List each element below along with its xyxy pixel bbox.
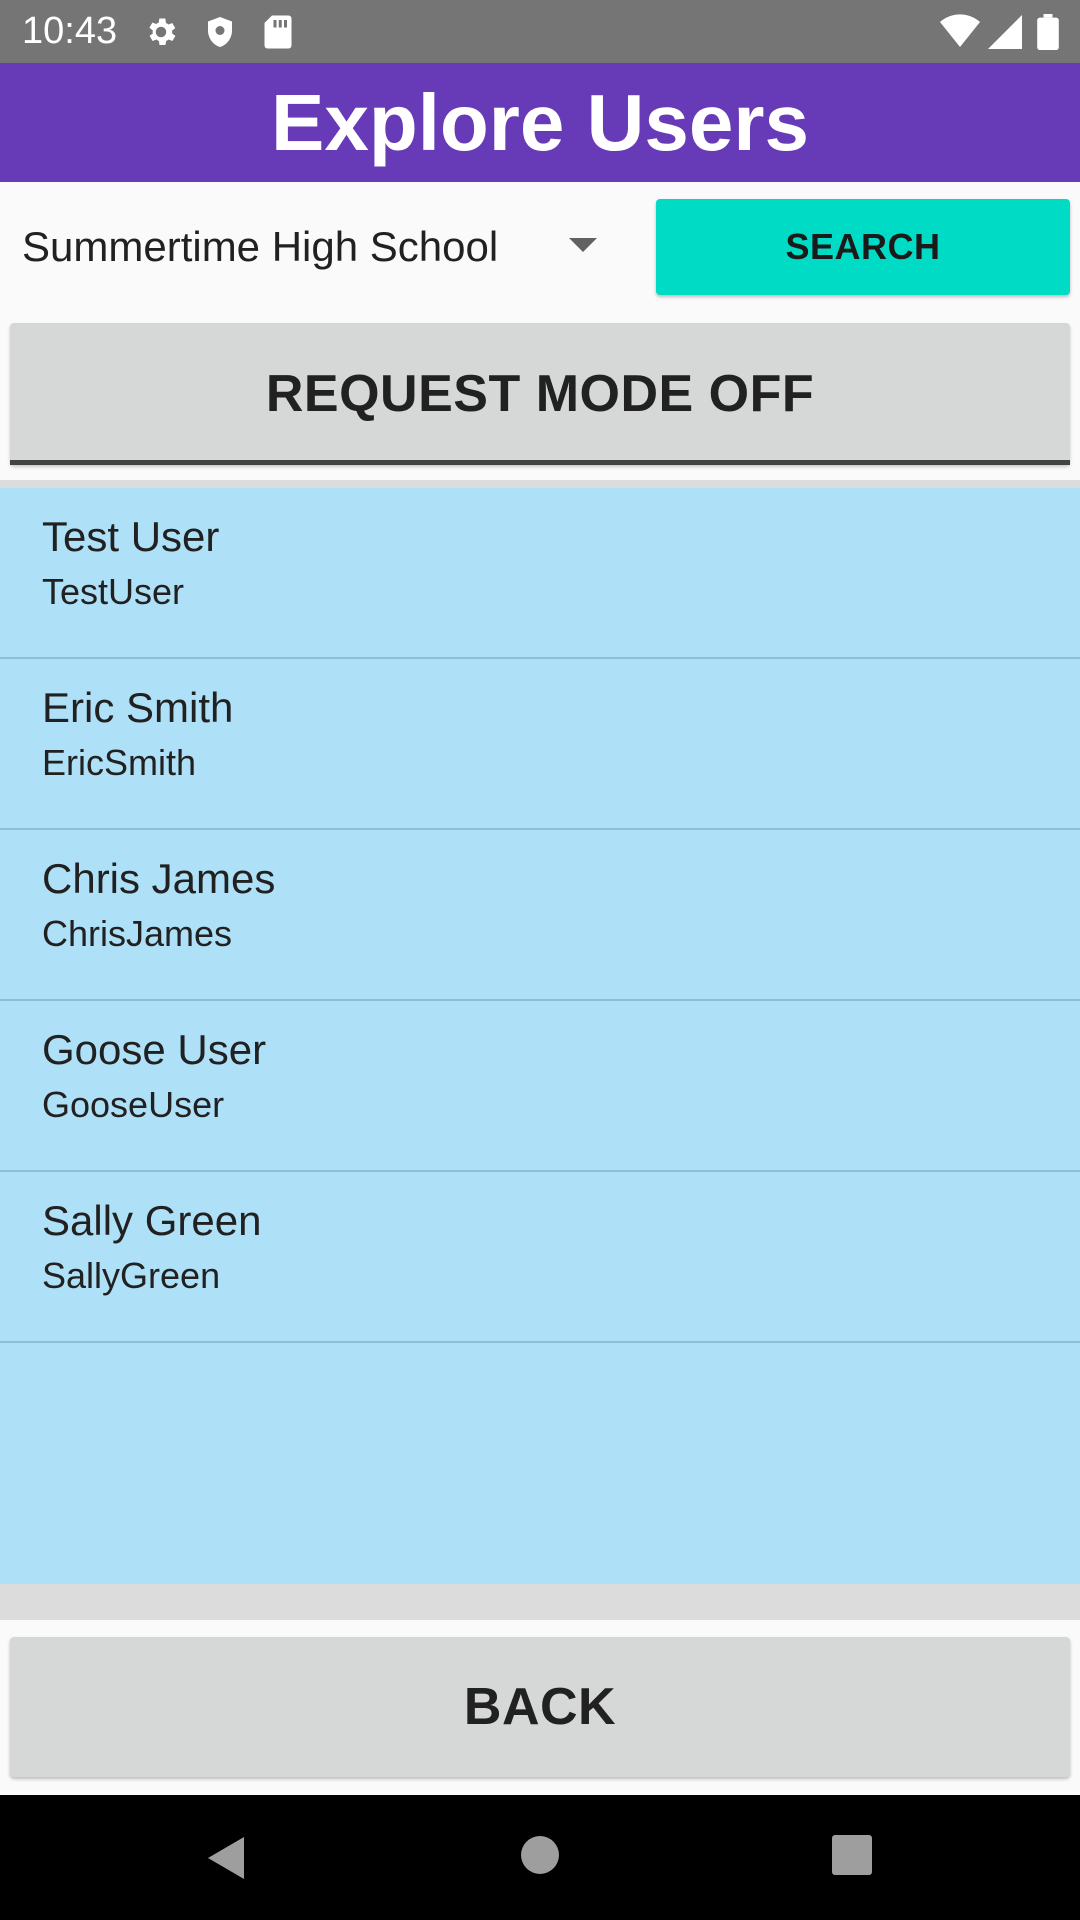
request-mode-underline xyxy=(10,460,1070,465)
user-username: TestUser xyxy=(42,571,185,612)
chevron-down-icon[interactable] xyxy=(569,238,597,252)
battery-icon xyxy=(1037,14,1059,55)
user-list-item[interactable]: Goose User GooseUser xyxy=(0,1001,1080,1172)
home-circle-icon[interactable] xyxy=(520,1835,560,1880)
status-time: 10:43 xyxy=(22,10,118,52)
user-username: SallyGreen xyxy=(42,1255,221,1296)
user-name: Sally Green xyxy=(42,1197,262,1244)
user-username: GooseUser xyxy=(42,1084,225,1125)
back-button-label: BACK xyxy=(463,1678,617,1736)
school-dropdown[interactable]: Summertime High School xyxy=(0,188,630,308)
user-username: ChrisJames xyxy=(42,913,233,954)
request-mode-label: REQUEST MODE OFF xyxy=(265,365,815,423)
user-name: Goose User xyxy=(42,1026,267,1073)
user-list-item[interactable]: Chris James ChrisJames xyxy=(0,830,1080,1001)
search-button-label: SEARCH xyxy=(785,226,941,267)
list-footer-divider xyxy=(0,1584,1080,1620)
shield-icon xyxy=(202,14,238,55)
sd-card-icon xyxy=(262,14,294,55)
back-triangle-icon[interactable] xyxy=(206,1835,246,1886)
gear-icon xyxy=(143,14,179,55)
divider xyxy=(0,480,1080,488)
user-name: Chris James xyxy=(42,855,276,902)
page-title: Explore Users xyxy=(270,78,810,167)
school-dropdown-value: Summertime High School xyxy=(22,223,499,270)
user-list-item[interactable]: Test User TestUser xyxy=(0,488,1080,659)
user-list-item[interactable]: Sally Green SallyGreen xyxy=(0,1172,1080,1343)
status-bar: 10:43 xyxy=(0,0,1080,63)
wifi-icon xyxy=(940,14,980,55)
search-button[interactable]: SEARCH xyxy=(656,199,1070,295)
user-list-item[interactable]: Eric Smith EricSmith xyxy=(0,659,1080,830)
user-username: EricSmith xyxy=(42,742,197,783)
signal-icon xyxy=(988,14,1022,55)
user-name: Test User xyxy=(42,513,220,560)
app-bar: Explore Users xyxy=(0,63,1080,182)
user-name: Eric Smith xyxy=(42,684,234,731)
recents-square-icon[interactable] xyxy=(832,1835,872,1875)
system-nav-bar xyxy=(0,1795,1080,1920)
request-mode-toggle-button[interactable]: REQUEST MODE OFF xyxy=(10,323,1070,465)
user-list[interactable]: Test User TestUser Eric Smith EricSmith … xyxy=(0,488,1080,1584)
back-button[interactable]: BACK xyxy=(10,1637,1070,1777)
